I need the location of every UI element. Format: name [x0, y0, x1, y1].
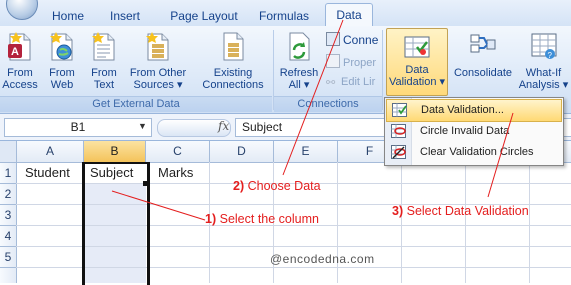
from-access-label: From Access: [2, 67, 38, 91]
connections-button[interactable]: Conne: [326, 32, 378, 47]
data-validation-icon: [392, 103, 407, 117]
properties-button[interactable]: Proper: [326, 54, 376, 69]
name-box-value: B1: [70, 120, 86, 134]
existing-connections-icon: [223, 32, 244, 61]
existing-connections-label: Existing Connections: [202, 67, 264, 91]
consolidate-button[interactable]: Consolidate: [452, 32, 514, 79]
refresh-all-button[interactable]: Refresh All ▾: [278, 30, 320, 91]
edit-links-label: Edit Lir: [341, 76, 376, 88]
connections-group-label: Connections: [274, 96, 382, 112]
what-if-analysis-button[interactable]: ? What-If Analysis ▾: [516, 30, 571, 91]
from-other-sources-label: From Other Sources ▾: [129, 67, 187, 91]
row-header-6[interactable]: [0, 268, 17, 283]
menu-item-label: Clear Validation Circles: [420, 146, 534, 158]
gridline: [465, 162, 466, 283]
annotation-step-1-number: 1): [205, 212, 217, 226]
tab-formulas[interactable]: Formulas: [252, 7, 316, 25]
name-box[interactable]: B1: [4, 118, 152, 137]
office-button[interactable]: [6, 0, 38, 20]
tab-page-layout[interactable]: Page Layout: [158, 7, 250, 25]
clear-circles-icon: [391, 145, 406, 159]
what-if-label: What-If Analysis ▾: [518, 67, 569, 91]
annotation-step-3: 3) Select Data Validation: [392, 204, 529, 218]
properties-label: Proper: [343, 57, 377, 69]
row-header-5[interactable]: 5: [0, 247, 17, 268]
svg-text:?: ?: [547, 51, 552, 60]
circle-invalid-icon: [391, 124, 406, 138]
annotation-step-2-text: Choose Data: [247, 179, 321, 193]
data-validation-label: Data Validation ▾: [388, 64, 446, 88]
gridline: [401, 162, 402, 283]
other-sources-icon: [146, 32, 169, 61]
select-all-corner[interactable]: [0, 141, 17, 163]
column-header-b[interactable]: B: [84, 141, 146, 163]
connections-label: Conne: [343, 33, 379, 47]
edit-links-icon: ⚯: [326, 77, 336, 89]
web-icon: [50, 32, 73, 61]
from-web-button[interactable]: From Web: [44, 30, 80, 91]
annotation-step-1-text: Select the column: [219, 212, 319, 226]
gridline: [529, 162, 530, 283]
properties-icon: [326, 54, 340, 68]
cell-a1[interactable]: Student: [22, 163, 70, 183]
existing-connections-button[interactable]: Existing Connections: [196, 30, 270, 91]
consolidate-label: Consolidate: [453, 67, 513, 79]
ribbon-tab-row: Home Insert Page Layout Formulas Data: [0, 0, 571, 28]
column-header-e[interactable]: E: [274, 141, 338, 163]
column-header-d[interactable]: D: [210, 141, 274, 163]
row-header-3[interactable]: 3: [0, 205, 17, 226]
row-header-1[interactable]: 1: [0, 163, 17, 184]
fx-icon[interactable]: fx: [218, 119, 229, 133]
get-external-data-group-label: Get External Data: [0, 96, 272, 112]
text-file-icon: [92, 32, 115, 61]
group-separator: [382, 30, 383, 110]
tab-insert[interactable]: Insert: [100, 7, 150, 25]
column-header-a[interactable]: A: [17, 141, 84, 163]
from-text-label: From Text: [91, 67, 117, 91]
menu-item-circle-invalid-data[interactable]: Circle Invalid Data: [386, 121, 562, 142]
cell-c1[interactable]: Marks: [155, 163, 193, 183]
data-validation-icon: [404, 36, 430, 58]
watermark: @encodedna.com: [270, 252, 375, 266]
data-validation-button[interactable]: Data Validation ▾: [386, 28, 448, 96]
name-box-dropdown-icon[interactable]: ▼: [138, 121, 147, 131]
data-validation-inner: Data Validation ▾: [387, 35, 447, 88]
column-header-c[interactable]: C: [146, 141, 210, 163]
from-text-button[interactable]: From Text: [86, 30, 122, 91]
menu-item-data-validation[interactable]: Data Validation...: [386, 99, 562, 122]
refresh-all-label: Refresh All ▾: [279, 67, 319, 91]
formula-value: Subject: [242, 120, 283, 134]
access-icon: A: [8, 32, 31, 61]
from-other-sources-button[interactable]: From Other Sources ▾: [126, 30, 190, 91]
menu-item-clear-validation-circles[interactable]: Clear Validation Circles: [386, 142, 562, 163]
fill-handle[interactable]: [143, 181, 148, 186]
annotation-step-2-number: 2): [233, 179, 245, 193]
annotation-step-3-text: Select Data Validation: [406, 204, 529, 218]
svg-text:A: A: [11, 46, 19, 58]
what-if-icon: ?: [531, 33, 556, 60]
tab-data[interactable]: Data: [325, 3, 373, 28]
from-access-button[interactable]: A From Access: [2, 30, 38, 91]
consolidate-icon: [470, 34, 496, 53]
row-header-2[interactable]: 2: [0, 184, 17, 205]
cell-b1[interactable]: Subject: [87, 163, 133, 183]
tab-home[interactable]: Home: [42, 7, 94, 25]
annotation-step-1: 1) Select the column: [205, 212, 319, 226]
refresh-icon: [289, 32, 310, 61]
data-validation-menu: Data Validation... Circle Invalid Data C…: [384, 97, 564, 166]
edit-links-button[interactable]: ⚯ Edit Lir: [326, 76, 376, 89]
from-web-label: From Web: [49, 67, 75, 91]
menu-item-label: Data Validation...: [421, 104, 504, 116]
connections-icon: [326, 32, 340, 46]
row-header-4[interactable]: 4: [0, 226, 17, 247]
menu-item-label: Circle Invalid Data: [420, 125, 510, 137]
annotation-step-3-number: 3): [392, 204, 404, 218]
annotation-step-2: 2) Choose Data: [233, 179, 321, 193]
